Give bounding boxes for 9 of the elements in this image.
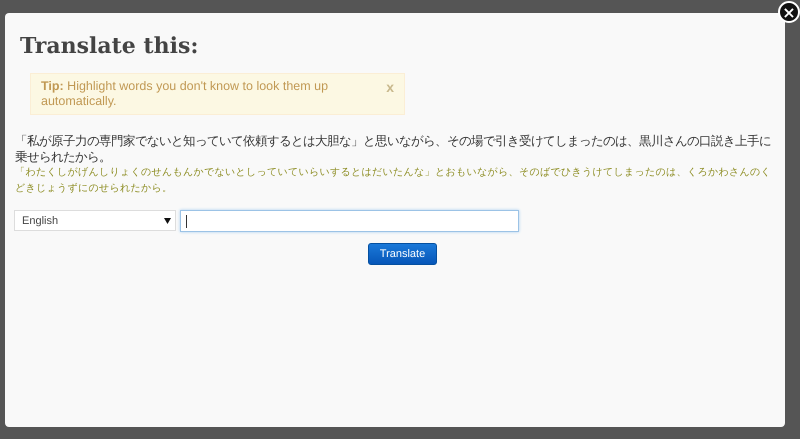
kana-reading: 「わたくしがげんしりょくのせんもんかでないとしっていていらいするとはだいたんな」とおもいながら、そのばでひきうけてしまったのは、くろかわさんのくどきじょうずにのせられたから。 [15, 166, 772, 196]
translation-input[interactable] [180, 210, 519, 232]
tip-text: Tip: Highlight words you don't know to look them up automatically. [41, 79, 330, 109]
dialog-title: Translate this: [20, 33, 200, 59]
language-select[interactable]: English [14, 210, 176, 231]
caret-icon [164, 218, 171, 224]
close-button[interactable]: × [778, 1, 800, 23]
translate-button[interactable]: Translate [368, 243, 438, 265]
japanese-sentence: 「私が原子力の専門家でないと知っていて依頼するとは大胆な」と思いながら、その場で引き受けてしまったのは、黒川さんの口説き上手に乗せられたから。 [15, 133, 772, 165]
